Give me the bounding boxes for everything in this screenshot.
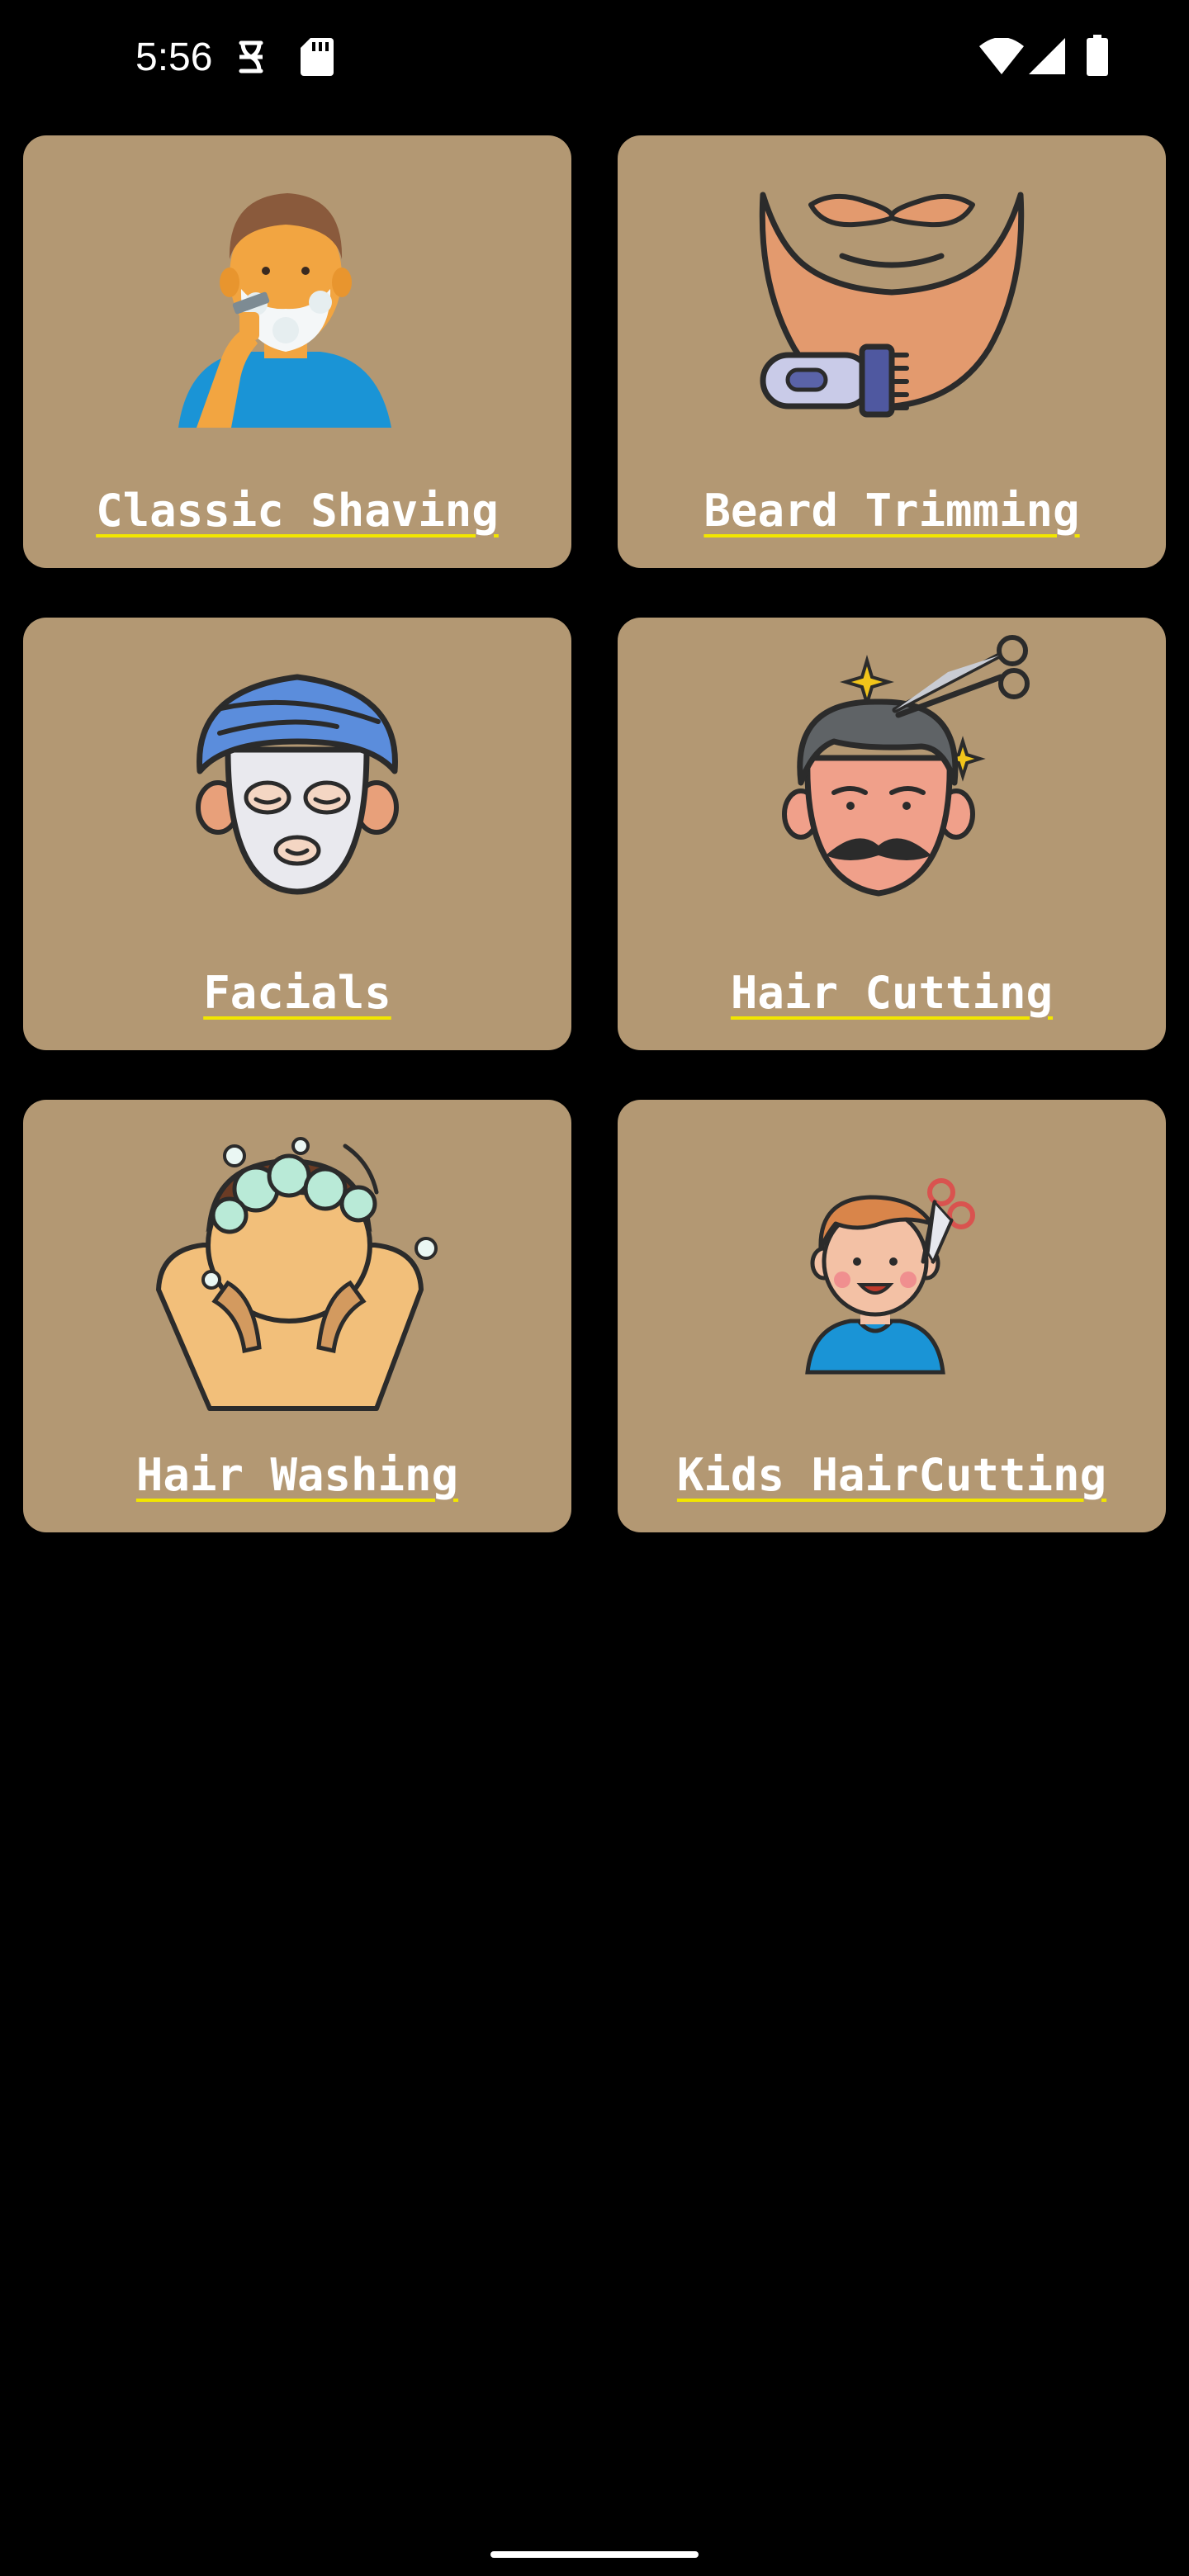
service-label: Hair Cutting [730, 967, 1054, 1019]
service-card-beard-trimming[interactable]: Beard Trimming [618, 135, 1166, 568]
service-card-facials[interactable]: Facials [23, 618, 571, 1050]
status-bar: 5:56 [0, 0, 1189, 116]
beard-trimmer-icon [759, 192, 1025, 418]
service-label: Kids HairCutting [676, 1449, 1107, 1501]
face-mask-icon [196, 674, 399, 895]
service-label: Hair Washing [135, 1449, 459, 1501]
man-shaving-icon [178, 193, 391, 428]
status-time: 5:56 [135, 36, 213, 79]
service-card-hair-washing[interactable]: Hair Washing [23, 1100, 571, 1532]
battery-icon [1087, 35, 1108, 76]
man-haircut-scissors-icon [782, 635, 1030, 897]
kid-haircut-icon [805, 1178, 975, 1375]
service-label: Classic Shaving [96, 485, 499, 537]
home-indicator[interactable] [490, 2551, 699, 2558]
wifi-icon [979, 38, 1024, 74]
cellular-signal-icon [1029, 38, 1065, 74]
hair-washing-icon [156, 1137, 438, 1411]
service-card-classic-shaving[interactable]: Classic Shaving [23, 135, 571, 568]
service-label: Facials [203, 967, 391, 1019]
service-card-kids-haircutting[interactable]: Kids HairCutting [618, 1100, 1166, 1532]
sync-icon [239, 40, 263, 73]
sd-card-icon [301, 38, 334, 76]
service-label: Beard Trimming [703, 485, 1080, 537]
service-card-hair-cutting[interactable]: Hair Cutting [618, 618, 1166, 1050]
